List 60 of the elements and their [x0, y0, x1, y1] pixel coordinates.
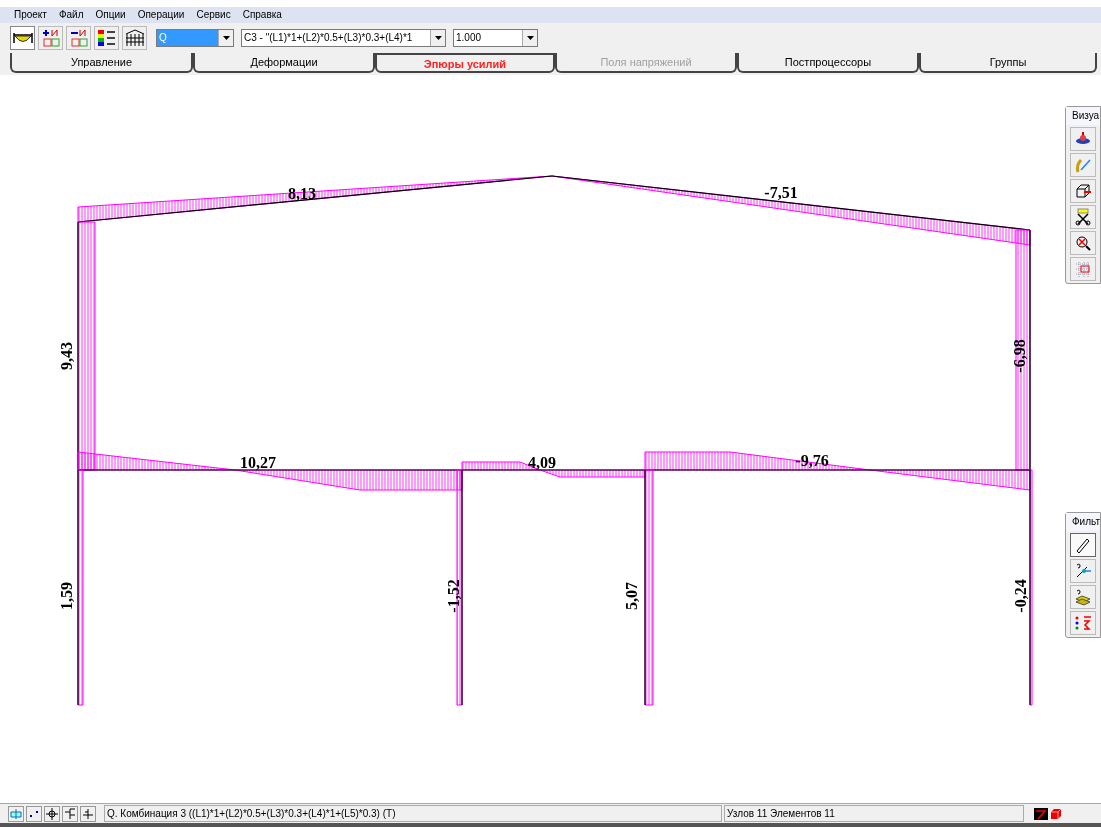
rotate-icon	[1074, 156, 1092, 174]
tab[interactable]: Управление	[10, 53, 193, 73]
tool-button[interactable]	[1070, 231, 1096, 255]
status-icon	[1034, 807, 1048, 820]
status-message: Q. Комбинация 3 ((L1)*1+(L2)*0.5+(L3)*0.3+(L4)*1+(L5)*0.3) (T)	[104, 805, 722, 822]
node-split-icon	[82, 807, 94, 820]
status-counts: Узлов 11 Элементов 11	[724, 805, 1024, 822]
toolbar-button[interactable]	[38, 26, 63, 50]
scissors-icon	[1074, 208, 1092, 226]
panel-title: Визуа	[1066, 107, 1100, 125]
tab: Поля напряжений	[555, 53, 737, 73]
force-value: 9,43	[58, 342, 75, 370]
node-join-icon	[64, 807, 76, 820]
force-value: 5,07	[623, 582, 640, 610]
menu-item[interactable]: Проект	[14, 7, 47, 23]
dropdown[interactable]: C3 - "(L1)*1+(L2)*0.5+(L3)*0.3+(L4)*1	[241, 29, 446, 47]
tool-button[interactable]	[1070, 533, 1096, 557]
grid-icon	[1074, 260, 1092, 278]
force-value: -1,52	[445, 579, 462, 613]
pencil-icon	[1074, 536, 1092, 554]
tab[interactable]: Группы	[919, 53, 1097, 73]
tab[interactable]: Деформации	[193, 53, 375, 73]
cube-arrow-icon	[1074, 182, 1092, 200]
force-value: 1,59	[58, 582, 75, 610]
query-layers-icon	[1074, 588, 1092, 606]
status-button[interactable]	[80, 805, 96, 822]
force-value: -0,24	[1012, 579, 1029, 613]
menu-item[interactable]: Справка	[242, 7, 282, 23]
toolbar-button[interactable]	[94, 26, 119, 50]
frame-grid-icon	[123, 28, 146, 48]
crosshair-icon	[46, 807, 58, 820]
status-button[interactable]	[26, 805, 42, 822]
toolbar-button[interactable]	[66, 26, 91, 50]
menu-item[interactable]: Операции	[137, 7, 185, 23]
force-value: -7,51	[764, 184, 798, 201]
query-arrow-icon	[1074, 562, 1092, 580]
dropdown[interactable]: 1.000	[453, 29, 538, 47]
tab[interactable]: Постпроцессоры	[737, 53, 919, 73]
cube-icon	[1050, 807, 1062, 820]
tool-button[interactable]	[1070, 179, 1096, 203]
split-icon	[10, 807, 22, 820]
tool-button[interactable]	[1070, 205, 1096, 229]
dots-sum-icon	[1074, 614, 1092, 632]
toolbar-button[interactable]	[122, 26, 147, 50]
force-value: 10,27	[240, 454, 276, 471]
color-scale-icon	[95, 28, 118, 48]
menu-item[interactable]: Опции	[95, 7, 126, 23]
menu-item[interactable]: Сервис	[196, 7, 231, 23]
tool-button[interactable]	[1070, 127, 1096, 151]
menu-item[interactable]: Файл	[58, 7, 84, 23]
force-value: 4,09	[528, 454, 556, 471]
dropdown-value: 1.000	[455, 31, 483, 45]
status-button[interactable]	[44, 805, 60, 822]
force-value: -6,98	[1011, 339, 1028, 373]
force-value: 8,13	[288, 185, 316, 202]
dropdown-value: Q	[157, 30, 218, 46]
dropdown-value: C3 - "(L1)*1+(L2)*0.5+(L3)*0.3+(L4)*1	[243, 31, 414, 45]
toolbar-button[interactable]	[10, 26, 35, 50]
panel-title: Фильт	[1066, 513, 1100, 531]
magnifier-cross-icon	[1074, 234, 1092, 252]
